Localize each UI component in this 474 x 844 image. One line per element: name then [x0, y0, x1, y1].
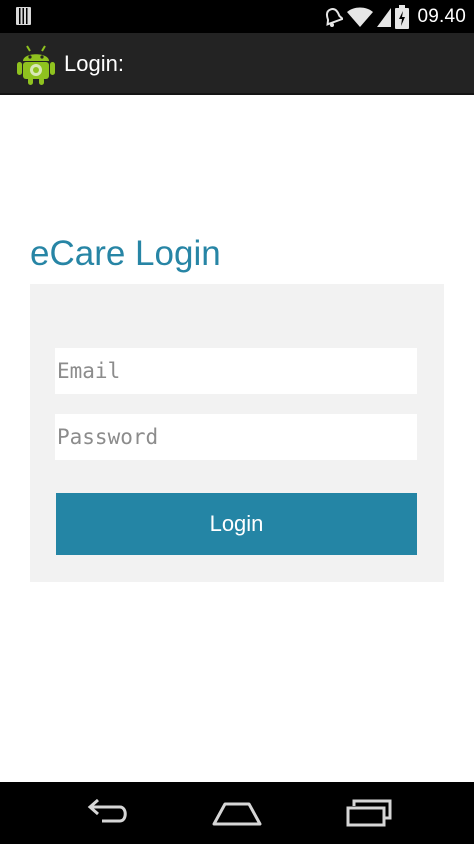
recents-icon — [346, 799, 392, 827]
password-field[interactable] — [55, 414, 417, 460]
status-time: 09.40 — [417, 5, 466, 27]
notification-icon — [16, 7, 31, 25]
home-icon — [212, 802, 262, 826]
email-field[interactable] — [55, 348, 417, 394]
navigation-bar — [0, 782, 474, 844]
wifi-icon — [347, 7, 374, 27]
battery-icon — [395, 4, 410, 29]
action-bar: Login: — [0, 33, 474, 95]
status-bar: 09.40 — [0, 0, 474, 33]
alarm-icon — [326, 7, 344, 27]
back-icon — [87, 799, 127, 823]
login-heading: eCare Login — [30, 234, 221, 273]
action-bar-title: Login: — [64, 51, 124, 76]
login-button[interactable]: Login — [56, 493, 417, 555]
home-button[interactable] — [209, 796, 265, 830]
back-button[interactable] — [78, 796, 134, 830]
recents-button[interactable] — [341, 796, 397, 830]
login-form-panel: Login — [30, 284, 444, 582]
status-icons: 09.40 — [323, 0, 466, 33]
android-logo — [17, 45, 55, 85]
signal-icon — [377, 7, 392, 27]
